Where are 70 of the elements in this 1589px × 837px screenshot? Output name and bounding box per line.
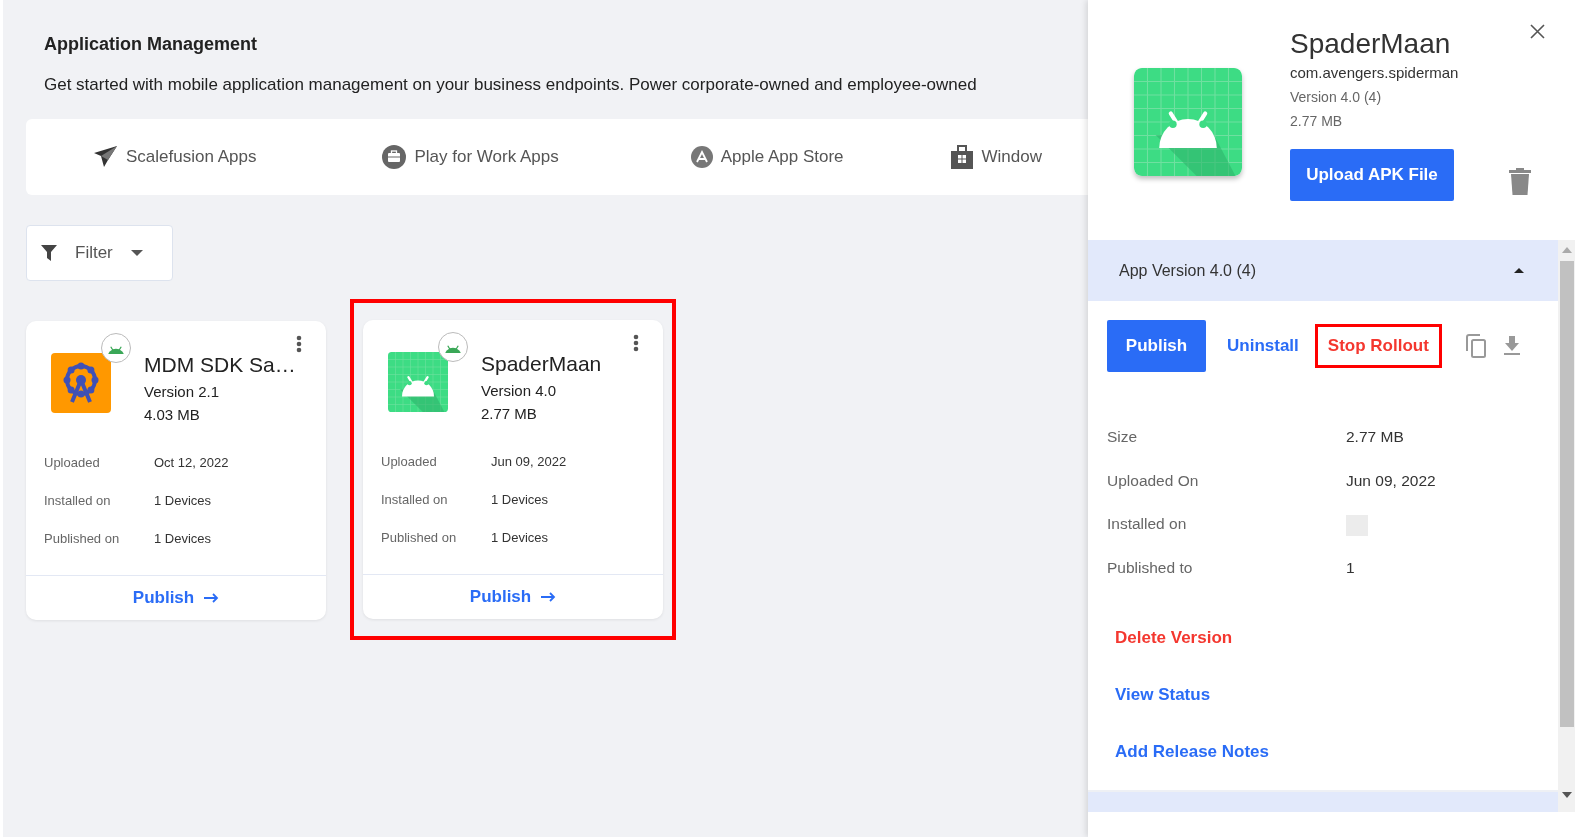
app-size: 2.77 MB: [1290, 113, 1344, 129]
scrollbar[interactable]: [1558, 240, 1575, 812]
detail-label: Uploaded On: [1107, 471, 1200, 491]
store-tab[interactable]: Play for Work Apps: [382, 145, 559, 169]
arrow-right-icon: [541, 592, 557, 602]
publish-link[interactable]: Publish: [132, 588, 220, 608]
store-tab[interactable]: Apple App Store: [690, 146, 844, 168]
trash-icon[interactable]: [1509, 168, 1531, 195]
app-title: SpaderMaan: [1290, 28, 1452, 60]
store-tab[interactable]: Window: [949, 145, 1042, 169]
app-name: SpaderMaan: [481, 352, 602, 376]
detail-value: 1: [1346, 558, 1355, 578]
detail-label: Installed on: [1107, 515, 1188, 534]
scroll-down-icon[interactable]: [1561, 792, 1572, 798]
android-badge-icon: [101, 333, 131, 363]
action-link[interactable]: Stop Rollout: [1314, 324, 1442, 368]
store-tab[interactable]: Scalefusion Apps: [92, 145, 257, 169]
android-app-icon: [1134, 68, 1242, 176]
detail-label: Uploaded: [381, 454, 438, 469]
caret-icon: [130, 250, 143, 256]
upload-apk-button[interactable]: Upload APK File: [1290, 149, 1454, 201]
delete-link[interactable]: Delete Version: [1115, 628, 1233, 648]
detail-label: Published on: [44, 531, 121, 546]
paper-plane-icon: [92, 145, 118, 169]
more-options-icon[interactable]: [633, 334, 639, 352]
briefcase-icon: [382, 145, 407, 169]
app-version: Version 2.1: [144, 383, 221, 400]
detail-value: 1 Devices: [154, 531, 212, 546]
publish-button[interactable]: Publish: [1107, 320, 1206, 372]
scrollbar-thumb[interactable]: [1559, 261, 1574, 727]
app-size: 4.03 MB: [144, 406, 201, 423]
app-version: Version 4.0 (4): [1290, 89, 1383, 105]
publish-link[interactable]: Publish: [469, 587, 557, 607]
detail-value: Jun 09, 2022: [491, 454, 567, 469]
package-name: com.avengers.spiderman: [1290, 64, 1459, 81]
download-icon[interactable]: [1503, 336, 1520, 356]
arrow-right-icon: [204, 593, 220, 603]
detail-value: 2.77 MB: [1346, 428, 1404, 447]
detail-value: Oct 12, 2022: [154, 455, 229, 470]
copy-icon[interactable]: [1465, 334, 1486, 358]
action-link[interactable]: Uninstall: [1227, 336, 1299, 356]
app-name: MDM SDK Sa…: [144, 353, 296, 377]
detail-value: 1 Devices: [491, 492, 549, 507]
detail-label: Installed on: [381, 492, 449, 507]
version-accordion-header[interactable]: App Version 4.0 (4): [1088, 240, 1558, 301]
funnel-icon: [41, 245, 57, 261]
detail-label: Published on: [381, 530, 458, 545]
store-bag-icon: [949, 145, 974, 169]
action-link[interactable]: View Status: [1115, 685, 1211, 705]
android-app-icon: [388, 352, 448, 412]
page-title: Application Management: [44, 34, 259, 55]
detail-label: Uploaded: [44, 455, 101, 470]
detail-label: Installed on: [44, 493, 112, 508]
action-link[interactable]: Add Release Notes: [1115, 742, 1269, 762]
filter-dropdown[interactable]: Filter: [26, 225, 173, 281]
app-size: 2.77 MB: [481, 405, 538, 422]
more-options-icon[interactable]: [296, 335, 302, 353]
close-icon[interactable]: [1530, 24, 1545, 39]
detail-value: 1 Devices: [491, 530, 549, 545]
ferris-wheel-app-icon: [51, 353, 111, 413]
detail-value: Jun 09, 2022: [1346, 471, 1436, 491]
scroll-up-icon[interactable]: [1561, 247, 1572, 253]
android-badge-icon: [438, 332, 468, 362]
app-version: Version 4.0: [481, 382, 558, 399]
detail-label: Size: [1107, 428, 1139, 447]
page-description: Get started with mobile application management on your business endpoints. Power corporate-owned and employee-owned: [44, 75, 978, 95]
detail-value: 1 Devices: [154, 493, 212, 508]
detail-label: Published to: [1107, 558, 1194, 578]
collapse-caret-icon: [1514, 268, 1524, 273]
app-store-icon: [690, 146, 713, 168]
